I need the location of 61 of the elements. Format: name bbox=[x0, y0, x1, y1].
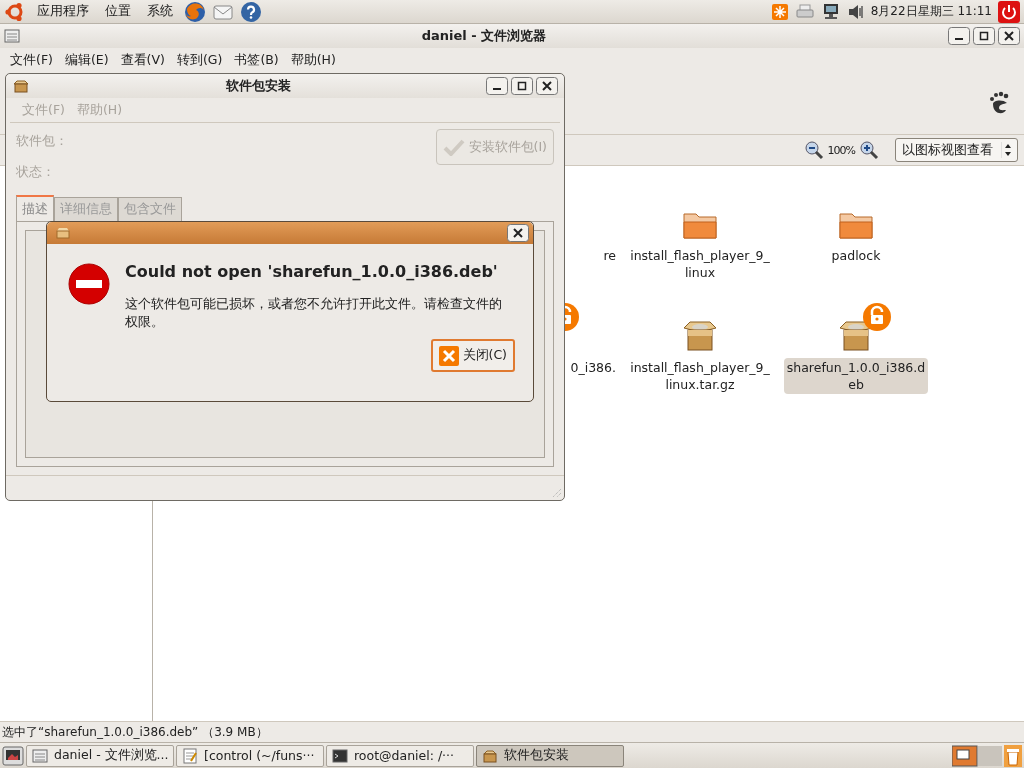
menu-item[interactable]: 文件(F) bbox=[4, 51, 59, 69]
menu-item[interactable]: 转到(G) bbox=[170, 51, 229, 69]
taskbar-button[interactable]: daniel - 文件浏览... bbox=[26, 744, 174, 767]
close-dialog-button[interactable]: 关闭(C) bbox=[430, 339, 515, 372]
panel-menu[interactable]: 应用程序 bbox=[32, 3, 94, 20]
error-message: 这个软件包可能已损坏，或者您不允许打开此文件。请检查文件的权限。 bbox=[125, 295, 503, 331]
clock[interactable]: 8月22日星期三 11:11 bbox=[870, 3, 992, 20]
menu-item[interactable]: 编辑(E) bbox=[58, 51, 115, 69]
power-icon[interactable] bbox=[998, 0, 1020, 23]
view-mode-dropdown[interactable]: 以图标视图查看 bbox=[895, 138, 1018, 162]
maximize-button[interactable] bbox=[511, 77, 533, 95]
package-icon bbox=[482, 748, 498, 763]
taskbar-button[interactable]: root@daniel: /··· bbox=[326, 744, 474, 767]
file-browser-icon bbox=[32, 747, 48, 764]
minimize-button[interactable] bbox=[948, 27, 970, 45]
spinner-arrows-icon bbox=[1001, 142, 1013, 158]
field-label: 状态： bbox=[16, 164, 56, 181]
volume-icon[interactable] bbox=[846, 2, 865, 21]
browser-icon[interactable] bbox=[184, 0, 206, 23]
package-icon bbox=[12, 79, 30, 93]
maximize-button[interactable] bbox=[973, 27, 995, 45]
show-desktop-icon[interactable] bbox=[2, 744, 24, 767]
zoom-out-icon[interactable] bbox=[803, 140, 824, 160]
error-heading: Could not open 'sharefun_1.0.0_i386.deb' bbox=[125, 262, 499, 281]
file-name[interactable]: install_flash_player_9_linux.tar.gz bbox=[628, 358, 772, 394]
close-button[interactable] bbox=[998, 27, 1020, 45]
update-icon[interactable] bbox=[770, 2, 789, 21]
help-icon[interactable] bbox=[240, 0, 262, 23]
panel-menu[interactable]: 位置 bbox=[100, 3, 136, 20]
menu-item[interactable]: 查看(V) bbox=[114, 51, 171, 69]
menu-item[interactable]: 书签(B) bbox=[228, 51, 285, 69]
checkmark-icon bbox=[442, 138, 465, 156]
minimize-button[interactable] bbox=[486, 77, 508, 95]
zoom-in-icon[interactable] bbox=[859, 140, 879, 160]
menu-item[interactable]: 帮助(H) bbox=[284, 51, 342, 69]
taskbar-button[interactable]: [control (~/funs··· bbox=[176, 744, 324, 767]
foot-logo-icon bbox=[988, 90, 1010, 116]
folder-icon bbox=[682, 210, 718, 240]
error-icon bbox=[67, 262, 111, 306]
file-name[interactable]: sharefun_1.0.0_i386.deb bbox=[784, 358, 928, 394]
folder-icon bbox=[838, 210, 874, 240]
file-name[interactable]: re bbox=[601, 246, 618, 265]
file-name[interactable]: install_flash_player_9_linux bbox=[628, 246, 772, 282]
field-label: 软件包： bbox=[16, 133, 68, 150]
close-icon bbox=[438, 345, 459, 366]
trash-icon[interactable] bbox=[1004, 744, 1022, 767]
window-title: 软件包安装 bbox=[224, 77, 292, 95]
close-button[interactable] bbox=[536, 77, 558, 95]
file-browser-icon bbox=[4, 28, 20, 44]
notepad-icon bbox=[182, 747, 198, 764]
resize-grip-icon bbox=[550, 486, 562, 498]
close-button[interactable] bbox=[507, 224, 529, 242]
file-name[interactable]: padlock bbox=[784, 246, 928, 265]
window-title: daniel - 文件浏览器 bbox=[420, 27, 548, 45]
package-icon bbox=[55, 227, 71, 239]
zoom-level: 100% bbox=[827, 143, 855, 157]
terminal-icon bbox=[332, 747, 348, 764]
workspace-switcher-icon[interactable] bbox=[952, 744, 1002, 767]
file-name[interactable]: 0_i386. bbox=[568, 358, 618, 377]
taskbar-button[interactable]: 软件包安装 bbox=[476, 744, 624, 767]
panel-menu[interactable]: 系统 bbox=[142, 3, 178, 20]
